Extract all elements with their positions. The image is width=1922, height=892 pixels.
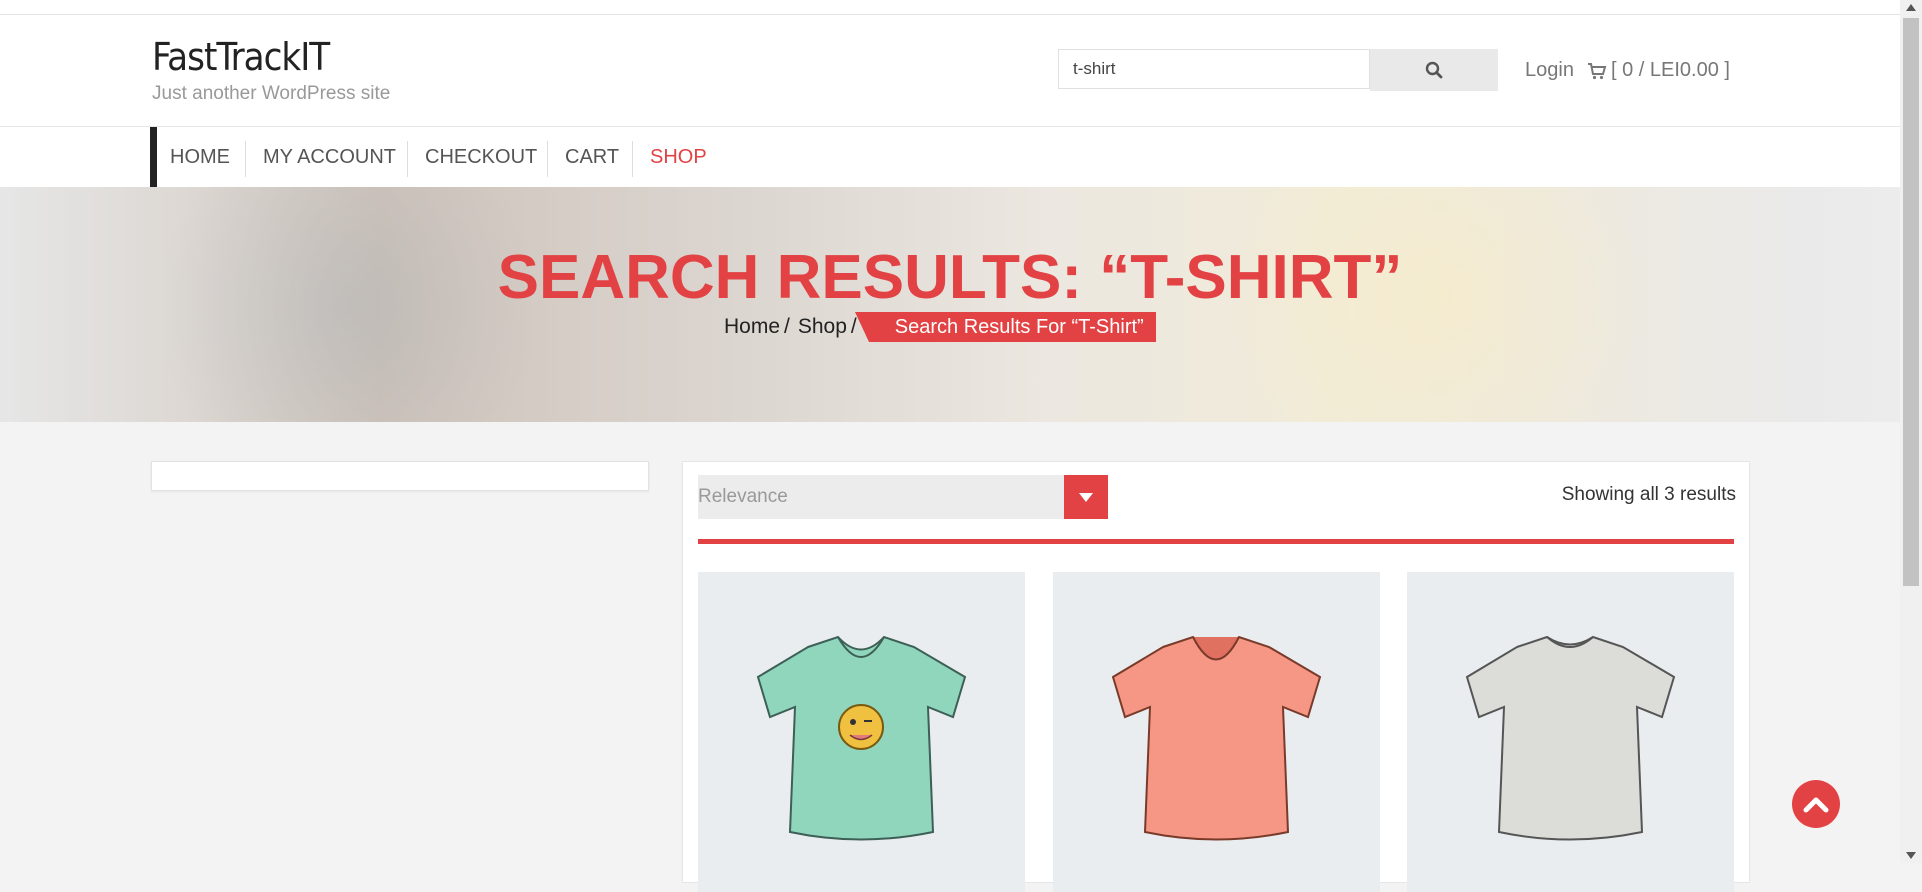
scrollbar-thumb[interactable]	[1903, 18, 1919, 586]
products-panel: Relevance Showing all 3 results	[682, 461, 1750, 892]
product-card[interactable]	[698, 572, 1025, 892]
search-icon	[1425, 61, 1443, 79]
divider-rule	[698, 539, 1734, 544]
nav-divider	[547, 141, 548, 177]
product-card[interactable]	[1407, 572, 1734, 892]
cart-summary: [ 0 / LEI0.00 ]	[1611, 59, 1730, 81]
main-nav: HOME MY ACCOUNT CHECKOUT CART SHOP	[0, 127, 1900, 187]
search-form	[1058, 49, 1498, 91]
nav-item-my-account[interactable]: MY ACCOUNT	[263, 127, 396, 187]
chevron-up-icon	[1803, 797, 1829, 813]
breadcrumb: Home / Shop / Search Results For “T-Shir…	[724, 312, 1156, 342]
coral-tshirt-image	[1111, 635, 1322, 841]
scroll-to-top-button[interactable]	[1792, 780, 1840, 828]
nav-item-cart[interactable]: CART	[565, 127, 619, 187]
page-scrollbar[interactable]	[1900, 0, 1922, 863]
page-title: SEARCH RESULTS: “T-SHIRT”	[497, 243, 1403, 312]
nav-divider	[407, 141, 408, 177]
sort-selected-value: Relevance	[698, 486, 788, 507]
site-header: FastTrackIT Just another WordPress site …	[0, 15, 1900, 127]
breadcrumb-current: Search Results For “T-Shirt”	[854, 312, 1156, 342]
chevron-down-icon	[1079, 492, 1093, 502]
breadcrumb-home[interactable]: Home	[724, 315, 780, 339]
scroll-up-arrow-icon[interactable]	[1906, 4, 1916, 11]
top-strip	[0, 0, 1900, 15]
product-card[interactable]	[1053, 572, 1380, 892]
grey-tshirt-image	[1465, 635, 1676, 841]
nav-item-checkout[interactable]: CHECKOUT	[425, 127, 537, 187]
emoji-tshirt-image	[756, 635, 967, 841]
cart-link[interactable]: [ 0 / LEI0.00 ]	[1587, 59, 1730, 82]
scroll-down-arrow-icon[interactable]	[1906, 852, 1916, 859]
login-link[interactable]: Login	[1525, 59, 1574, 82]
breadcrumb-separator: /	[784, 315, 790, 338]
nav-accent-bar	[150, 127, 157, 187]
nav-divider	[245, 141, 246, 177]
sidebar-widget	[151, 461, 649, 491]
sort-dropdown-toggle[interactable]	[1064, 475, 1108, 519]
sort-select[interactable]: Relevance	[698, 475, 1108, 519]
site-tagline: Just another WordPress site	[152, 83, 391, 104]
page-banner: SEARCH RESULTS: “T-SHIRT” Home / Shop / …	[0, 187, 1900, 422]
cart-icon	[1588, 62, 1607, 79]
site-title[interactable]: FastTrackIT	[152, 35, 330, 79]
nav-item-home[interactable]: HOME	[170, 127, 230, 187]
nav-item-shop[interactable]: SHOP	[650, 127, 707, 187]
search-input[interactable]	[1058, 49, 1370, 89]
search-button[interactable]	[1370, 49, 1498, 91]
result-count: Showing all 3 results	[1561, 484, 1736, 505]
breadcrumb-shop[interactable]: Shop	[798, 315, 847, 339]
nav-divider	[632, 141, 633, 177]
